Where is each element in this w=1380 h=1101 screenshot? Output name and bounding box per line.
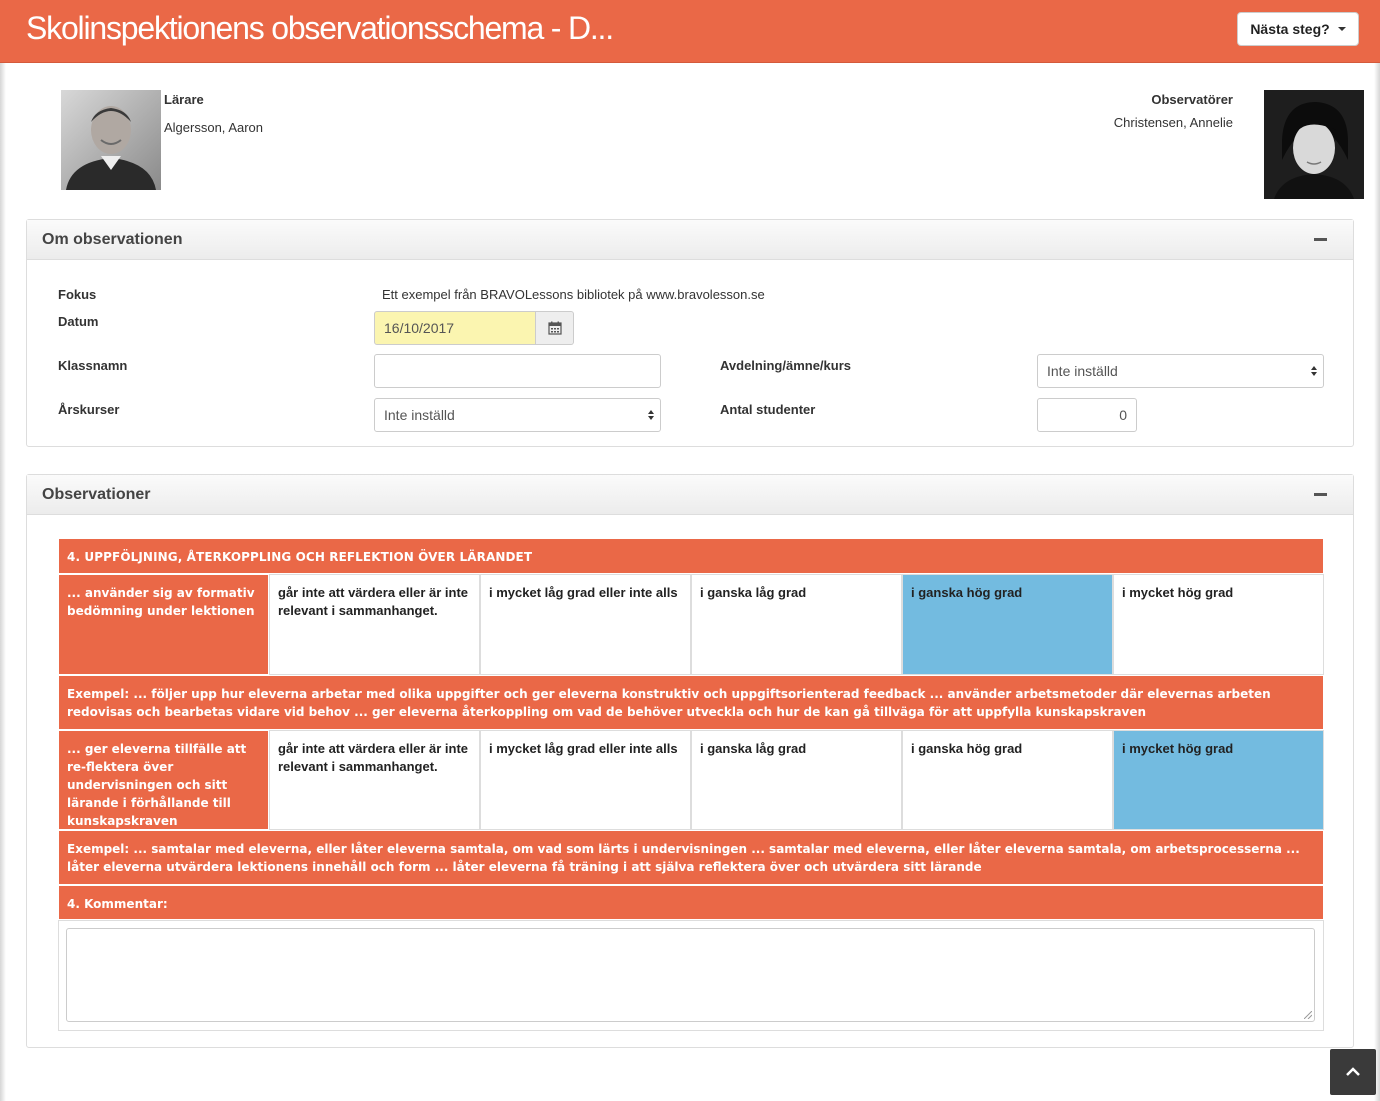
klassnamn-input[interactable] [374,354,661,388]
rating-option[interactable]: går inte att värdera eller är inte relev… [269,730,480,830]
collapse-icon[interactable] [1314,493,1327,496]
rating-option[interactable]: går inte att värdera eller är inte relev… [269,574,480,675]
next-step-label: Nästa steg? [1250,21,1330,37]
observers-label: Observatörer [1151,92,1233,107]
chevron-up-icon [1346,1067,1360,1076]
example-text: Exempel: ... samtalar med eleverna, elle… [58,830,1324,885]
datum-label: Datum [58,314,99,329]
caret-down-icon [1337,27,1346,31]
rating-option[interactable]: i mycket låg grad eller inte alls [480,574,691,675]
select-arrows-icon [648,410,654,420]
example-text: Exempel: ... följer upp hur eleverna arb… [58,675,1324,730]
rating-option[interactable]: i mycket hög grad [1113,574,1324,675]
klassnamn-label: Klassnamn [58,358,128,373]
teacher-avatar [61,90,161,190]
about-panel-title: Om observationen [42,231,183,248]
observations-panel-title: Observationer [42,486,151,503]
rating-option[interactable]: i mycket låg grad eller inte alls [480,730,691,830]
antal-input[interactable]: 0 [1037,398,1137,432]
comment-label: 4. Kommentar: [58,885,1324,920]
scroll-to-top-button[interactable] [1330,1049,1376,1095]
avdelning-value: Inte inställd [1047,363,1118,379]
comment-textarea[interactable] [66,928,1315,1022]
calendar-icon [547,321,562,335]
arskurser-label: Årskurser [58,402,120,417]
about-observation-panel: Om observationen Fokus Ett exempel från … [26,219,1354,447]
resize-grip-icon[interactable] [1304,1011,1312,1019]
rating-option-selected[interactable]: i ganska hög grad [902,574,1113,675]
avdelning-select[interactable]: Inte inställd [1037,354,1324,388]
section-header: 4. UPPFÖLJNING, ÅTERKOPPLING OCH REFLEKT… [58,538,1324,574]
arskurser-value: Inte inställd [384,407,455,423]
rating-option-selected[interactable]: i mycket hög grad [1113,730,1324,830]
observations-panel-header[interactable]: Observationer [27,475,1353,515]
fokus-label: Fokus [58,287,97,302]
teacher-name: Algersson, Aaron [164,120,264,135]
fokus-value: Ett exempel från BRAVOLessons bibliotek … [382,287,765,302]
collapse-icon[interactable] [1314,238,1327,241]
about-panel-header[interactable]: Om observationen [27,220,1353,260]
calendar-button[interactable] [536,311,574,345]
date-input[interactable]: 16/10/2017 [374,311,536,345]
observer-avatar [1264,90,1364,199]
right-edge-shadow [1374,63,1380,1101]
page-title: Skolinspektionens observationsschema - D… [26,10,614,46]
rating-option[interactable]: i ganska hög grad [902,730,1113,830]
top-bar: Skolinspektionens observationsschema - D… [0,0,1380,63]
observer-name: Christensen, Annelie [1113,115,1233,130]
select-arrows-icon [1311,366,1317,376]
arskurser-select[interactable]: Inte inställd [374,398,661,432]
rating-option[interactable]: i ganska låg grad [691,574,902,675]
criterion-cell: ... ger eleverna tillfälle att re-flekte… [58,730,269,830]
rating-option[interactable]: i ganska låg grad [691,730,902,830]
antal-label: Antal studenter [720,402,816,417]
left-edge-shadow [0,63,6,1101]
next-step-button[interactable]: Nästa steg? [1237,12,1359,46]
teacher-label: Lärare [164,92,204,107]
avdelning-label: Avdelning/ämne/kurs [720,358,851,373]
criterion-cell: ... använder sig av formativ bedömning u… [58,574,269,675]
